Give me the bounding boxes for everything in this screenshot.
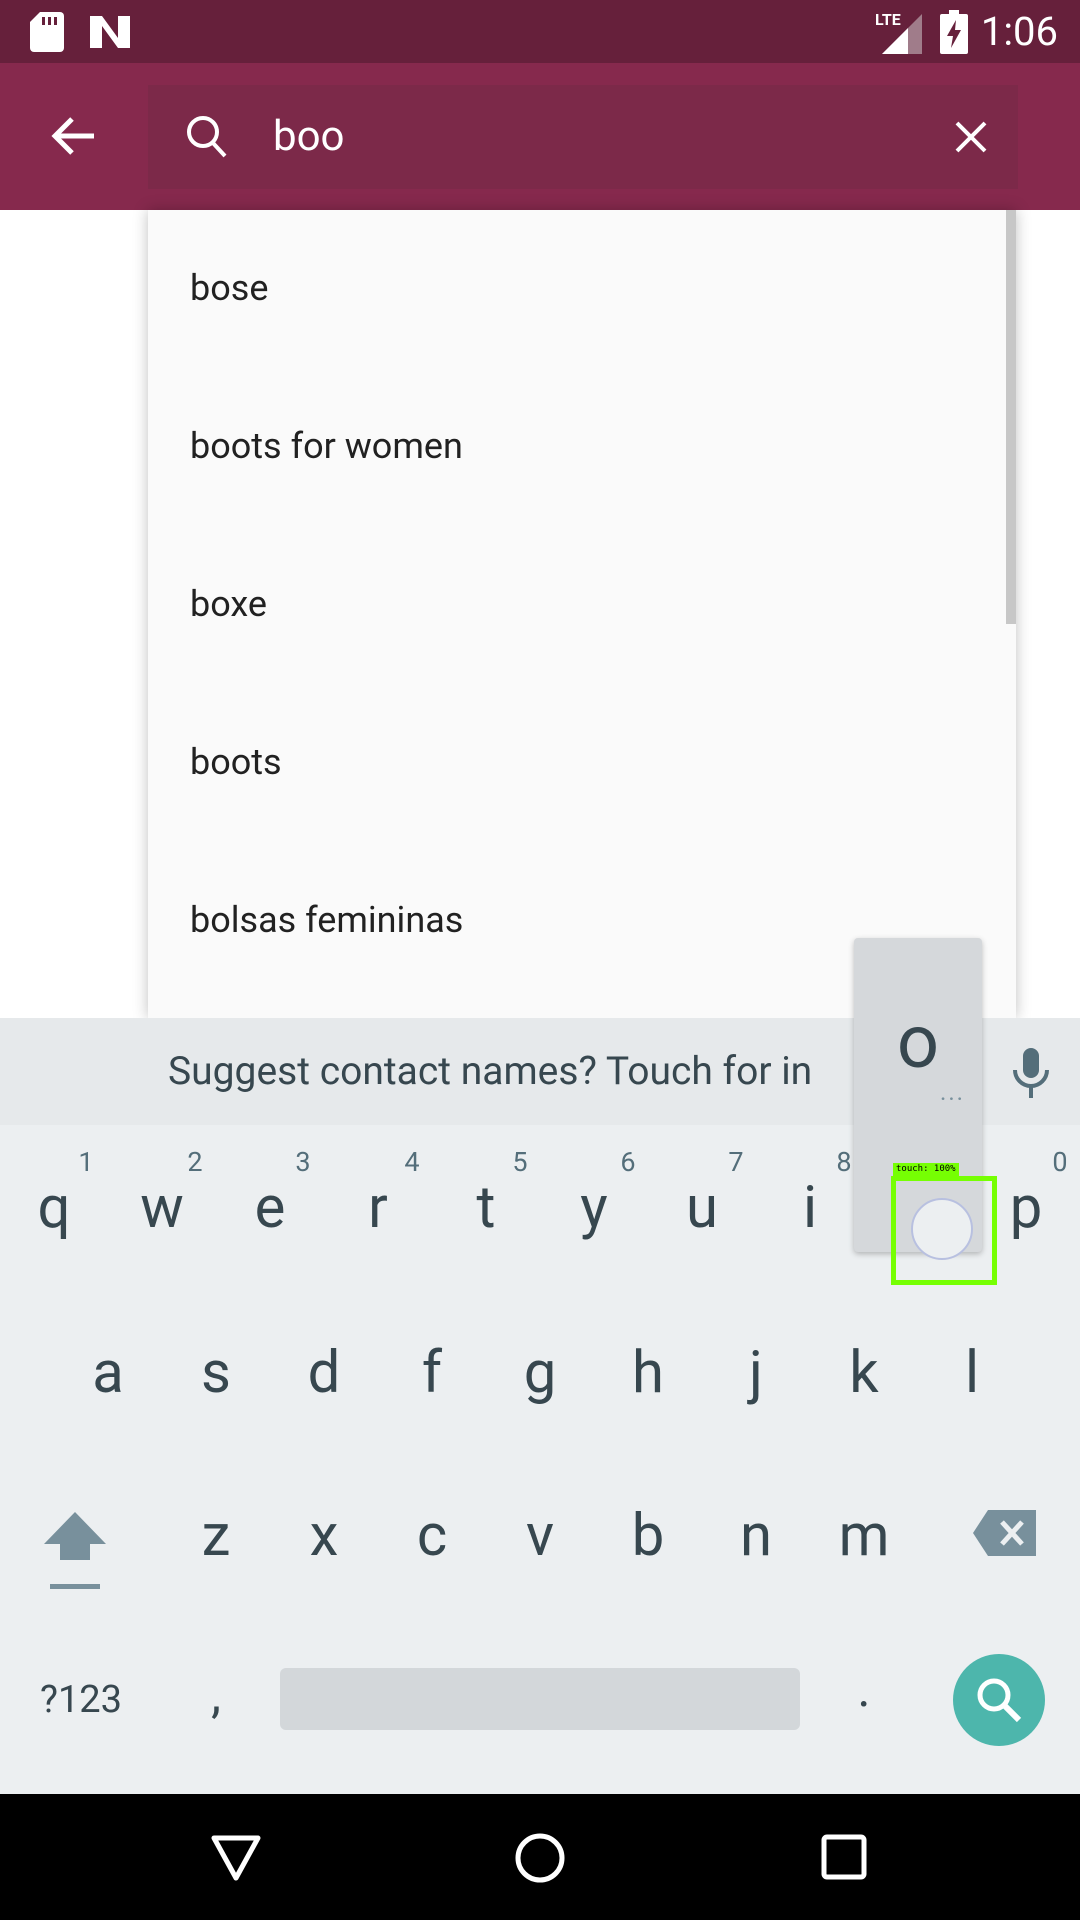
key-i[interactable]: i	[756, 1168, 864, 1248]
key-q[interactable]: q	[0, 1168, 108, 1248]
signal-icon	[882, 14, 922, 54]
back-triangle-icon[interactable]	[210, 1834, 262, 1882]
key-v[interactable]: v	[486, 1496, 594, 1576]
key-g[interactable]: g	[486, 1333, 594, 1413]
status-bar: LTE 1:06	[0, 0, 1080, 63]
search-input[interactable]: boo	[273, 107, 345, 167]
app-bar: boo	[0, 63, 1080, 210]
search-box[interactable]: boo	[148, 85, 1018, 189]
microphone-icon[interactable]	[1012, 1048, 1050, 1100]
suggestion-label: boots	[190, 741, 282, 783]
key-w[interactable]: w	[108, 1168, 216, 1248]
suggestion-item[interactable]: boots	[148, 684, 1016, 842]
backspace-icon[interactable]	[972, 1508, 1038, 1558]
comma-key[interactable]: ,	[162, 1656, 270, 1736]
clock: 1:06	[980, 8, 1058, 55]
close-icon[interactable]	[954, 120, 988, 154]
notification-n-icon	[90, 16, 130, 48]
key-e[interactable]: e	[216, 1168, 324, 1248]
suggestion-label: bose	[190, 267, 269, 309]
navigation-bar	[0, 1794, 1080, 1920]
arrow-left-icon[interactable]	[50, 115, 96, 157]
suggestion-strip-text: Suggest contact names? Touch for in	[168, 1048, 813, 1094]
suggestion-item[interactable]: boxe	[148, 526, 1016, 684]
key-t[interactable]: t	[432, 1168, 540, 1248]
key-y[interactable]: y	[540, 1168, 648, 1248]
search-icon	[187, 116, 227, 158]
popup-more-indicator: ...	[940, 1078, 965, 1106]
key-h[interactable]: h	[594, 1333, 702, 1413]
space-bar[interactable]	[280, 1668, 800, 1730]
suggestion-label: bolsas femininas	[190, 899, 464, 941]
touch-point	[911, 1198, 973, 1260]
key-u[interactable]: u	[648, 1168, 756, 1248]
key-f[interactable]: f	[378, 1333, 486, 1413]
home-circle-icon[interactable]	[514, 1832, 566, 1884]
suggestion-item[interactable]: boots for women	[148, 368, 1016, 526]
search-action-key[interactable]	[953, 1654, 1045, 1746]
key-r[interactable]: r	[324, 1168, 432, 1248]
key-b[interactable]: b	[594, 1496, 702, 1576]
popup-letter: o	[896, 999, 940, 1086]
recents-square-icon[interactable]	[821, 1834, 867, 1880]
key-k[interactable]: k	[810, 1333, 918, 1413]
search-icon	[977, 1678, 1022, 1723]
suggestion-label: boots for women	[190, 425, 463, 467]
symbols-key[interactable]: ?123	[26, 1660, 136, 1740]
suggestion-label: boxe	[190, 583, 267, 625]
sd-card-icon	[30, 12, 64, 52]
key-l[interactable]: l	[918, 1333, 1026, 1413]
suggestions-list: bose boots for women boxe boots bolsas f…	[148, 210, 1016, 1018]
key-s[interactable]: s	[162, 1333, 270, 1413]
key-a[interactable]: a	[54, 1333, 162, 1413]
suggestion-item[interactable]: bose	[148, 210, 1016, 368]
key-c[interactable]: c	[378, 1496, 486, 1576]
period-key[interactable]: .	[810, 1650, 918, 1730]
key-d[interactable]: d	[270, 1333, 378, 1413]
shift-icon[interactable]	[42, 1510, 108, 1592]
key-z[interactable]: z	[162, 1496, 270, 1576]
key-m[interactable]: m	[810, 1496, 918, 1576]
touch-indicator-label: touch: 100%	[893, 1163, 959, 1176]
key-j[interactable]: j	[702, 1333, 810, 1413]
scrollbar[interactable]	[1006, 210, 1016, 624]
key-x[interactable]: x	[270, 1496, 378, 1576]
key-n[interactable]: n	[702, 1496, 810, 1576]
battery-charging-icon	[940, 10, 968, 54]
